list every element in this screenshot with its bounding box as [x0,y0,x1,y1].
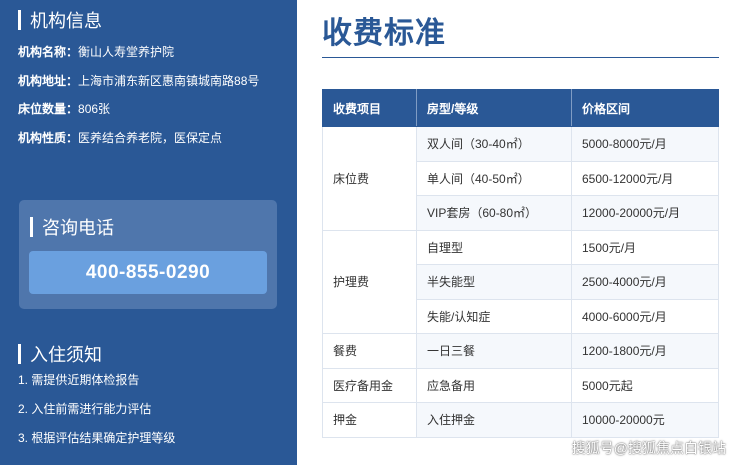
info-label: 机构名称： [18,45,79,59]
type-cell: 应急备用 [416,367,572,403]
info-value: 上海市浦东新区惠南镇城南路88号 [78,73,260,88]
category-cell: 护理费 [322,229,417,334]
notes-list: 1. 需提供近期体检报告 2. 入住前需进行能力评估 3. 根据评估结果确定护理… [18,366,290,453]
price-cell: 4000-6000元/月 [571,298,719,334]
type-cell: 自理型 [416,229,572,265]
phone-number-button[interactable]: 400-855-0290 [29,251,267,294]
price-cell: 2500-4000元/月 [571,264,719,300]
price-cell: 1200-1800元/月 [571,333,719,369]
info-label: 机构性质： [18,130,79,145]
category-cell: 餐费 [322,333,417,369]
info-row-beds: 床位数量：806张 [18,95,290,124]
page-title: 收费标准 [322,17,446,50]
notes-heading-text: 入住须知 [30,345,102,365]
type-cell: 双人间（30-40㎡） [416,126,572,162]
watermark-text: 搜狐号@搜狐焦点白银站 [571,440,726,456]
info-label: 床位数量： [18,102,79,116]
info-label: 机构地址： [18,73,79,88]
heading-accent-bar [30,217,33,237]
heading-accent-bar [18,344,21,364]
fee-table: 收费项目 房型/等级 价格区间 床位费 双人间（30-40㎡） 5000-800… [322,89,719,438]
sidebar: 机构信息 机构名称：衡山人寿堂养护院 机构地址：上海市浦东新区惠南镇城南路88号… [0,0,297,465]
category-cell: 医疗备用金 [322,367,417,403]
table-row: 护理费 自理型 1500元/月 [322,229,719,334]
type-cell: 单人间（40-50㎡） [416,160,572,196]
column-header-item: 收费项目 [322,89,417,127]
org-info-heading-text: 机构信息 [30,11,102,31]
notes-heading: 入住须知 [18,341,102,367]
column-header-price: 价格区间 [571,89,719,127]
category-cell: 床位费 [322,126,417,231]
consult-heading: 咨询电话 [30,214,114,240]
type-cell: 入住押金 [416,402,572,438]
price-cell: 10000-20000元 [571,402,719,438]
note-item: 1. 需提供近期体检报告 [18,373,140,387]
type-cell: 失能/认知症 [416,298,572,334]
note-item: 3. 根据评估结果确定护理等级 [18,431,176,445]
price-cell: 1500元/月 [571,229,719,265]
info-value: 医养结合养老院，医保定点 [78,130,223,145]
price-cell: 6500-12000元/月 [571,160,719,196]
heading-accent-bar [18,10,21,30]
type-cell: VIP套房（60-80㎡） [416,195,572,231]
org-info-list: 机构名称：衡山人寿堂养护院 机构地址：上海市浦东新区惠南镇城南路88号 床位数量… [18,38,290,152]
column-header-type: 房型/等级 [416,89,572,127]
consult-box: 咨询电话 400-855-0290 [19,200,277,309]
type-cell: 一日三餐 [416,333,572,369]
info-row-name: 机构名称：衡山人寿堂养护院 [18,38,290,67]
title-divider [322,57,719,58]
table-row: 餐费 一日三餐 1200-1800元/月 [322,333,719,369]
category-cell: 押金 [322,402,417,438]
table-row: 押金 入住押金 10000-20000元 [322,402,719,438]
type-cell: 半失能型 [416,264,572,300]
consult-heading-text: 咨询电话 [42,218,114,238]
note-item: 2. 入住前需进行能力评估 [18,402,152,416]
price-cell: 5000元起 [571,367,719,403]
info-row-type: 机构性质：医养结合养老院，医保定点 [18,124,290,153]
info-value: 衡山人寿堂养护院 [78,45,175,59]
info-value: 806张 [78,102,111,116]
price-cell: 12000-20000元/月 [571,195,719,231]
org-info-heading: 机构信息 [18,7,102,33]
info-row-address: 机构地址：上海市浦东新区惠南镇城南路88号 [18,67,290,96]
table-row: 床位费 双人间（30-40㎡） 5000-8000元/月 [322,126,719,231]
price-cell: 5000-8000元/月 [571,126,719,162]
table-header-row: 收费项目 房型/等级 价格区间 [322,89,719,127]
table-row: 医疗备用金 应急备用 5000元起 [322,367,719,403]
